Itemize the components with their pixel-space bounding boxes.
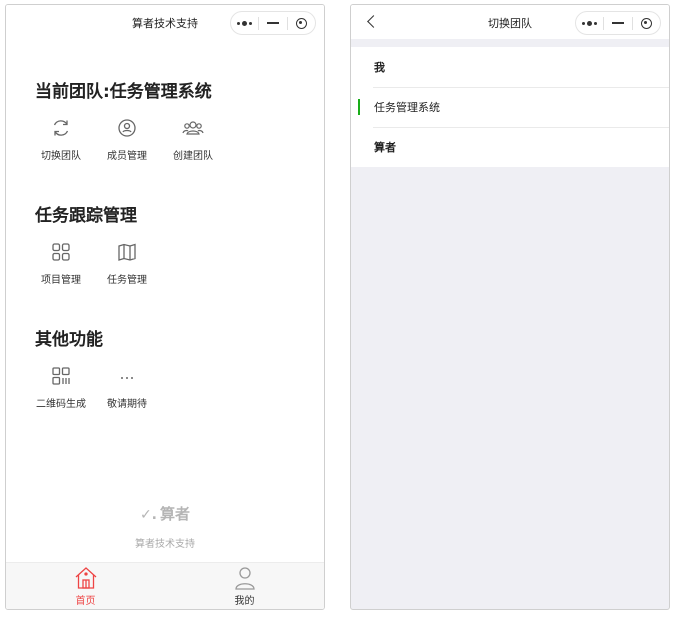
tab-label: 首页: [75, 596, 96, 607]
divider: [351, 39, 669, 47]
tab-home[interactable]: 首页: [6, 563, 165, 609]
qrcode-icon: [52, 367, 70, 385]
active-indicator: [358, 99, 360, 115]
map-icon: [118, 243, 136, 261]
target-icon: [640, 17, 652, 29]
nav-bar: 切换团队: [351, 5, 669, 39]
more-icon: [121, 377, 133, 379]
home-screen: 算者技术支持 当前团队:任务管理系统 切换团队 成员管理 创建团队 任务跟踪管理…: [5, 4, 325, 610]
more-menu-button[interactable]: [576, 12, 603, 34]
refresh-icon: [53, 120, 69, 136]
grid-label: 切换团队: [41, 151, 81, 162]
team-row-suanzhe[interactable]: 算者: [351, 127, 669, 167]
grid-label: 敬请期待: [107, 399, 147, 410]
team-name: 我: [374, 61, 385, 74]
section-title-other-features: 其他功能: [35, 330, 103, 350]
switch-team-button[interactable]: 切换团队: [31, 117, 91, 162]
team-list: 我 任务管理系统 算者: [351, 47, 669, 167]
qrcode-generate-button[interactable]: 二维码生成: [31, 365, 91, 410]
grid-label: 创建团队: [173, 151, 213, 162]
tab-label: 我的: [234, 596, 255, 607]
coming-soon-button[interactable]: 敬请期待: [97, 365, 157, 410]
group-icon: [182, 121, 204, 135]
team-name: 任务管理系统: [374, 101, 440, 114]
mini-program-capsule: [575, 11, 661, 35]
user-circle-icon: [118, 119, 136, 137]
grid-label: 任务管理: [107, 275, 147, 286]
team-name: 算者: [374, 141, 396, 154]
project-management-button[interactable]: 项目管理: [31, 241, 91, 286]
task-management-button[interactable]: 任务管理: [97, 241, 157, 286]
close-button[interactable]: [288, 12, 315, 34]
minimize-button[interactable]: [604, 12, 631, 34]
grid-label: 项目管理: [41, 275, 81, 286]
section-title-task-tracking: 任务跟踪管理: [35, 206, 137, 226]
tab-bar: 首页 我的: [6, 562, 324, 609]
target-icon: [295, 17, 307, 29]
brand-name: 算者: [160, 505, 191, 523]
switch-team-screen: 切换团队 我 任务管理系统 算者: [350, 4, 670, 610]
grid-icon: [52, 243, 70, 261]
minus-icon: [611, 22, 624, 24]
tab-mine[interactable]: 我的: [165, 563, 324, 609]
profile-icon: [234, 567, 255, 590]
team-row-task-system[interactable]: 任务管理系统: [351, 87, 669, 127]
member-management-button[interactable]: 成员管理: [97, 117, 157, 162]
mini-program-capsule: [230, 11, 316, 35]
grid-label: 成员管理: [107, 151, 147, 162]
close-button[interactable]: [633, 12, 660, 34]
minus-icon: [266, 22, 279, 24]
team-row-me[interactable]: 我: [351, 47, 669, 87]
more-menu-button[interactable]: [231, 12, 258, 34]
footer-brand: ✓. 算者: [6, 503, 324, 524]
check-logo-icon: ✓.: [139, 507, 158, 523]
section-title-current-team: 当前团队:任务管理系统: [35, 82, 212, 102]
nav-bar: 算者技术支持: [6, 5, 324, 39]
more-dots-icon: [582, 20, 598, 26]
minimize-button[interactable]: [259, 12, 286, 34]
create-team-button[interactable]: 创建团队: [163, 117, 223, 162]
grid-label: 二维码生成: [36, 399, 86, 410]
home-icon: [75, 567, 96, 589]
footer-support-text: 算者技术支持: [135, 539, 195, 550]
more-dots-icon: [237, 20, 253, 26]
